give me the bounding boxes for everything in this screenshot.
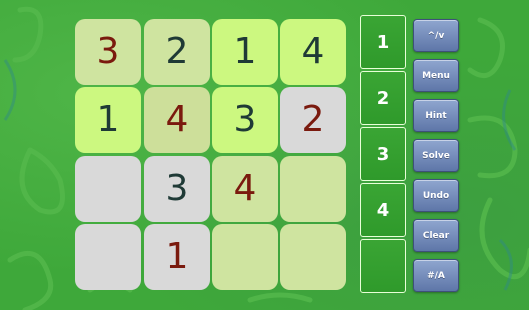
cell-value: 4 bbox=[165, 99, 189, 140]
grid-cell[interactable]: 1 bbox=[212, 19, 278, 85]
grid-cell[interactable]: 3 bbox=[144, 156, 210, 222]
cell-value: 3 bbox=[165, 168, 189, 209]
grid-cell[interactable]: 4 bbox=[212, 156, 278, 222]
cell-value: 2 bbox=[165, 31, 189, 72]
grid-cell[interactable]: 3 bbox=[75, 19, 141, 85]
number-button[interactable]: 4 bbox=[360, 183, 406, 237]
grid-cell[interactable]: 4 bbox=[280, 19, 346, 85]
number-picker: 1234 bbox=[360, 15, 408, 295]
number-button[interactable] bbox=[360, 239, 406, 293]
cell-value: 1 bbox=[165, 236, 189, 277]
number-button[interactable]: 1 bbox=[360, 15, 406, 69]
grid-cell[interactable] bbox=[280, 224, 346, 290]
number-button[interactable]: 3 bbox=[360, 127, 406, 181]
undo-button[interactable]: Undo bbox=[413, 179, 459, 212]
solve-button[interactable]: Solve bbox=[413, 139, 459, 172]
mode-button[interactable]: #/A bbox=[413, 259, 459, 292]
grid-cell[interactable]: 2 bbox=[280, 87, 346, 153]
cell-value: 3 bbox=[233, 99, 257, 140]
number-button[interactable]: 2 bbox=[360, 71, 406, 125]
grid-cell[interactable]: 4 bbox=[144, 87, 210, 153]
menu-button[interactable]: Menu bbox=[413, 59, 459, 92]
cell-value: 3 bbox=[96, 31, 120, 72]
hint-button[interactable]: Hint bbox=[413, 99, 459, 132]
cell-value: 1 bbox=[96, 99, 120, 140]
cell-value: 1 bbox=[233, 31, 257, 72]
clear-button[interactable]: Clear bbox=[413, 219, 459, 252]
grid-cell[interactable] bbox=[280, 156, 346, 222]
grid-cell[interactable] bbox=[75, 156, 141, 222]
grid-cell[interactable]: 1 bbox=[144, 224, 210, 290]
cell-value: 4 bbox=[233, 168, 257, 209]
grid-cell[interactable]: 1 bbox=[75, 87, 141, 153]
toggle-button[interactable]: ^/v bbox=[413, 19, 459, 52]
grid-cell[interactable] bbox=[212, 224, 278, 290]
cell-value: 2 bbox=[301, 99, 325, 140]
grid-cell[interactable]: 3 bbox=[212, 87, 278, 153]
grid-cell[interactable] bbox=[75, 224, 141, 290]
grid-cell[interactable]: 2 bbox=[144, 19, 210, 85]
cell-value: 4 bbox=[301, 31, 325, 72]
